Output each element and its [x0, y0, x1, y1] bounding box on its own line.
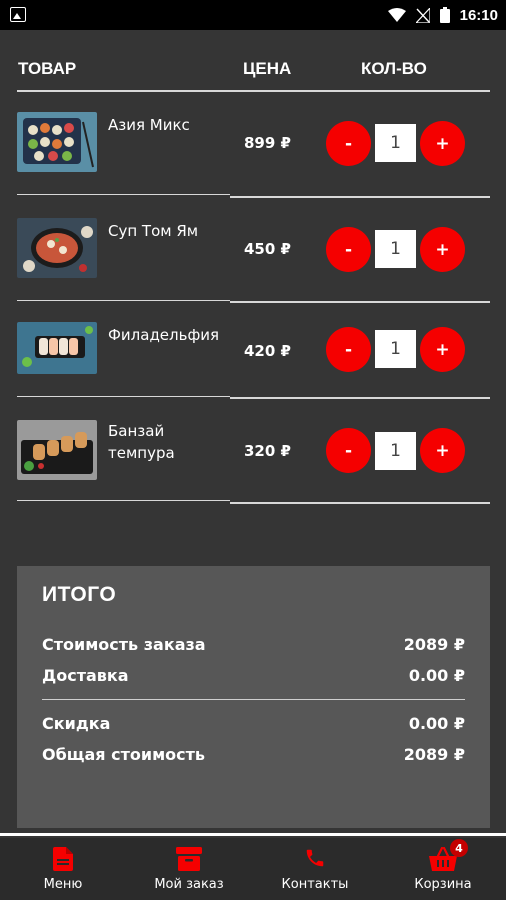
gallery-notification-icon [10, 7, 26, 22]
product-price: 899 ₽ [244, 134, 291, 152]
increase-button[interactable]: + [420, 227, 465, 272]
quantity-field[interactable]: 1 [375, 432, 416, 470]
clock: 16:10 [459, 6, 498, 24]
nav-item-cart[interactable]: 4 Корзина [380, 838, 506, 900]
divider [230, 397, 490, 399]
header-qty: КОЛ-ВО [361, 59, 427, 78]
product-name: Банзай темпура [108, 422, 175, 462]
cart-row: Банзай темпура 320 ₽ - 1 + [0, 400, 506, 505]
total-label: Общая стоимость [42, 745, 206, 764]
product-price: 420 ₽ [244, 342, 291, 360]
product-price: 450 ₽ [244, 240, 291, 258]
divider [0, 833, 506, 836]
cart-row: Азия Микс 899 ₽ - 1 + [0, 92, 506, 197]
product-name: Азия Микс [108, 116, 190, 134]
nav-label-cart: Корзина [414, 877, 472, 892]
wifi-icon [387, 8, 406, 22]
increase-button[interactable]: + [420, 428, 465, 473]
nav-item-my-order[interactable]: Мой заказ [126, 838, 252, 900]
product-image[interactable] [17, 112, 97, 172]
increase-button[interactable]: + [420, 327, 465, 372]
quantity-field[interactable]: 1 [375, 124, 416, 162]
decrease-button[interactable]: - [326, 121, 371, 166]
nav-item-contacts[interactable]: Контакты [252, 838, 378, 900]
cart-table-header: ТОВАР ЦЕНА КОЛ-ВО [0, 30, 506, 92]
discount-value: 0.00 ₽ [408, 714, 465, 733]
nav-label-my-order: Мой заказ [154, 877, 224, 892]
product-image[interactable] [17, 218, 97, 278]
product-image[interactable] [17, 420, 97, 480]
total-value: 2089 ₽ [403, 745, 465, 764]
divider [230, 502, 490, 504]
document-icon [53, 847, 73, 871]
cart-row: Суп Том Ям 450 ₽ - 1 + [0, 198, 506, 303]
summary-divider [42, 699, 465, 700]
product-image[interactable] [17, 322, 97, 374]
product-name: Суп Том Ям [108, 222, 199, 240]
header-price: ЦЕНА [243, 59, 292, 78]
nav-item-menu[interactable]: Меню [0, 838, 126, 900]
decrease-button[interactable]: - [326, 428, 371, 473]
header-item: ТОВАР [18, 59, 77, 78]
phone-icon [306, 849, 324, 867]
battery-icon [439, 7, 450, 23]
cart-row: Филадельфия 420 ₽ - 1 + [0, 298, 506, 403]
product-price: 320 ₽ [244, 442, 291, 460]
cart-count-badge: 4 [450, 839, 468, 857]
divider [17, 500, 230, 501]
bottom-navigation: Меню Мой заказ Контакты 4 Корзина [0, 838, 506, 900]
status-bar: 16:10 [0, 0, 506, 30]
divider [17, 194, 230, 195]
order-cost-value: 2089 ₽ [403, 635, 465, 654]
delivery-label: Доставка [42, 666, 129, 685]
increase-button[interactable]: + [420, 121, 465, 166]
status-icons: 16:10 [387, 0, 498, 30]
no-signal-icon [415, 7, 430, 23]
nav-label-menu: Меню [43, 877, 83, 892]
order-cost-label: Стоимость заказа [42, 635, 206, 654]
divider [17, 396, 230, 397]
product-name: Филадельфия [108, 326, 220, 344]
decrease-button[interactable]: - [326, 227, 371, 272]
nav-label-contacts: Контакты [281, 877, 349, 892]
quantity-field[interactable]: 1 [375, 330, 416, 368]
summary-title: ИТОГО [42, 583, 117, 606]
discount-label: Скидка [42, 714, 111, 733]
quantity-field[interactable]: 1 [375, 230, 416, 268]
archive-box-icon [176, 847, 202, 871]
decrease-button[interactable]: - [326, 327, 371, 372]
delivery-value: 0.00 ₽ [408, 666, 465, 685]
order-summary: ИТОГО Стоимость заказа 2089 ₽ Доставка 0… [17, 566, 490, 828]
